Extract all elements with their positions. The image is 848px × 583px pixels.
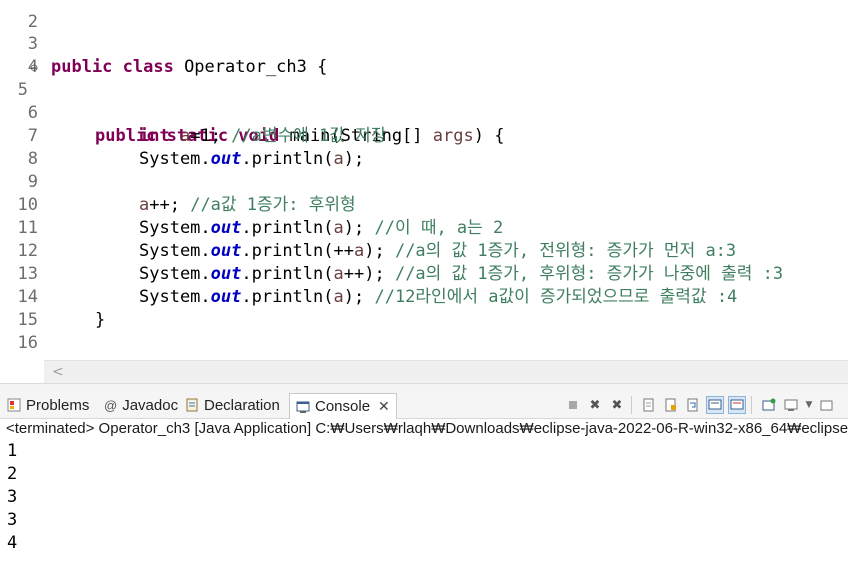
tab-label: Problems [26,396,90,414]
scroll-lock-icon[interactable] [662,396,680,414]
scroll-left-arrow-icon[interactable]: < [52,364,64,380]
console-output-line: 1 [7,441,18,461]
console-status-line: <terminated> Operator_ch3 [Java Applicat… [0,419,848,439]
terminate-icon[interactable] [564,396,582,414]
remove-all-terminated-icon[interactable]: ✖ [608,396,626,414]
code-editor[interactable]: 2 3 public class Operator_ch3 { 4 5 ⊖ pu… [0,0,848,358]
toolbar-divider [631,396,635,414]
chevron-down-icon[interactable]: ▼ [804,396,814,414]
console-status-text: <terminated> Operator_ch3 [Java Applicat… [6,420,848,437]
tab-console[interactable]: Console ✕ [289,393,397,419]
toolbar-divider [751,396,755,414]
console-icon [296,400,310,414]
code-line: 5 ⊖ public static void main(String[] arg… [0,56,848,146]
code-line: 6 int a=1; //a변수에 1값 저장 [0,79,848,146]
horizontal-scrollbar[interactable]: < [44,360,848,383]
console-output-line: 3 [7,487,18,507]
fold-collapse-icon[interactable]: ⊖ [30,57,38,80]
code-line: 16 } [0,309,848,358]
show-console-stdout-icon[interactable] [706,396,724,414]
code-line: 10 System.out.println(a); //이 때, a는 2 [0,171,848,238]
clear-console-icon[interactable] [640,396,658,414]
word-wrap-icon[interactable] [684,396,702,414]
tab-label: Console [315,398,371,415]
line-number: 17 [0,355,38,358]
code-line: 15 [0,286,848,330]
bottom-panel-tabbar: Problems @ Javadoc Declaration Console ✕… [0,391,848,419]
code-line: 8 [0,125,848,169]
close-icon[interactable]: ✕ [378,398,390,415]
javadoc-at-icon: @ [104,397,118,413]
pin-console-icon[interactable] [760,396,778,414]
declaration-icon [185,398,199,412]
display-selected-console-icon[interactable] [782,396,800,414]
code-line: 9 a++; //a값 1증가: 후위형 [0,148,848,215]
closing-brace: } [51,355,61,358]
code-line: 3 public class Operator_ch3 { [0,10,848,77]
console-output-line: 3 [7,510,18,530]
tab-declaration[interactable]: Declaration [185,393,280,417]
tab-label: Declaration [204,396,280,414]
code-line: 13 System.out.println(a); //12라인에서 a값이 증… [0,240,848,307]
console-output-line: 2 [7,464,18,484]
console-output-line: 4 [7,533,18,553]
show-console-stderr-icon[interactable] [728,396,746,414]
code-line: 11 System.out.println(++a); //a의 값 1증가, … [0,194,848,261]
code-line: 4 [0,33,848,77]
minimize-icon[interactable] [818,396,836,414]
code-line: 7 System.out.println(a); [0,102,848,169]
code-line: 17 [0,332,848,358]
remove-launch-icon[interactable]: ✖ [586,396,604,414]
tab-javadoc[interactable]: @ Javadoc [104,393,178,417]
console-toolbar: ✖ ✖ ▼ [562,394,838,416]
code-line: 12 System.out.println(a++); //a의 값 1증가, … [0,217,848,284]
tab-label: Javadoc [122,396,179,414]
code-line: 14 } [0,263,848,330]
tab-problems[interactable]: Problems [7,393,89,417]
problems-icon [7,398,21,412]
